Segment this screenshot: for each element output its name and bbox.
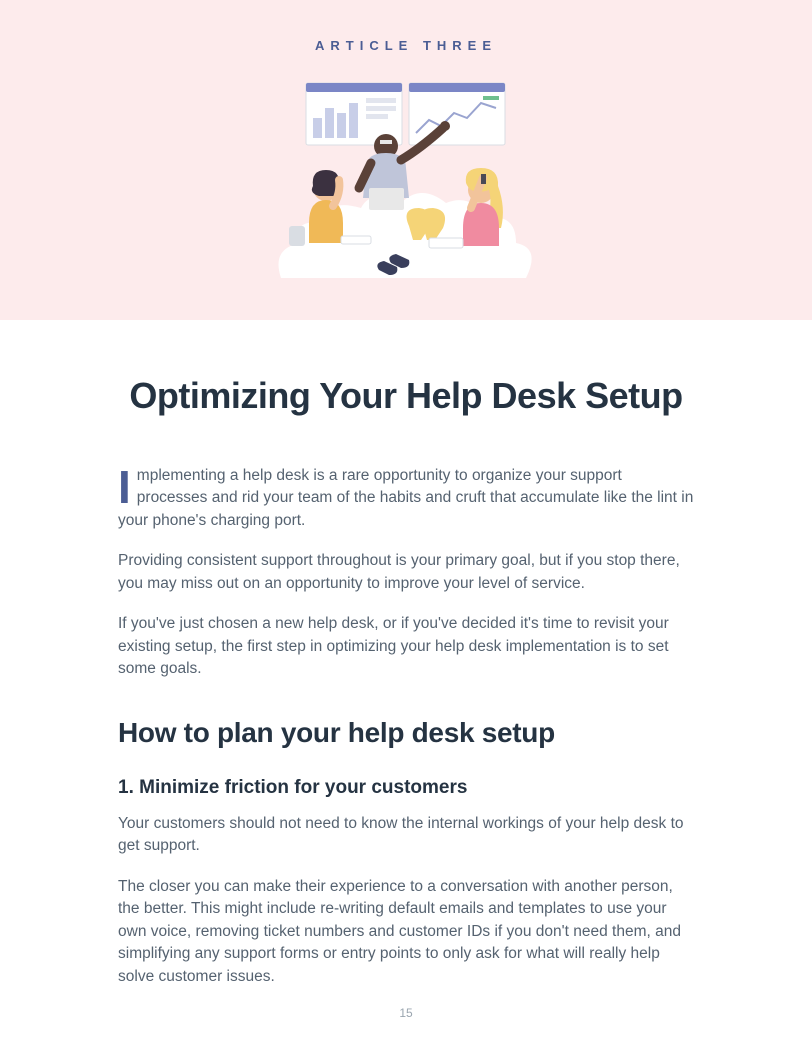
article-body: Implementing a help desk is a rare oppor… [118, 465, 694, 988]
sub-paragraph-1: Your customers should not need to know t… [118, 813, 694, 858]
article-eyebrow: ARTICLE THREE [0, 38, 812, 53]
subsection-heading: 1. Minimize friction for your customers [118, 777, 694, 799]
page-number: 15 [0, 1006, 812, 1020]
article-title: Optimizing Your Help Desk Setup [118, 375, 694, 417]
article-content: Optimizing Your Help Desk Setup Implemen… [0, 320, 812, 988]
intro-paragraph-1: Implementing a help desk is a rare oppor… [118, 465, 694, 532]
intro-paragraph-2: Providing consistent support throughout … [118, 550, 694, 595]
intro-paragraph-3: If you've just chosen a new help desk, o… [118, 613, 694, 680]
hero-illustration [271, 78, 541, 298]
hero-banner: ARTICLE THREE [0, 0, 812, 320]
sub-paragraph-2: The closer you can make their experience… [118, 876, 694, 988]
section-heading: How to plan your help desk setup [118, 717, 694, 749]
